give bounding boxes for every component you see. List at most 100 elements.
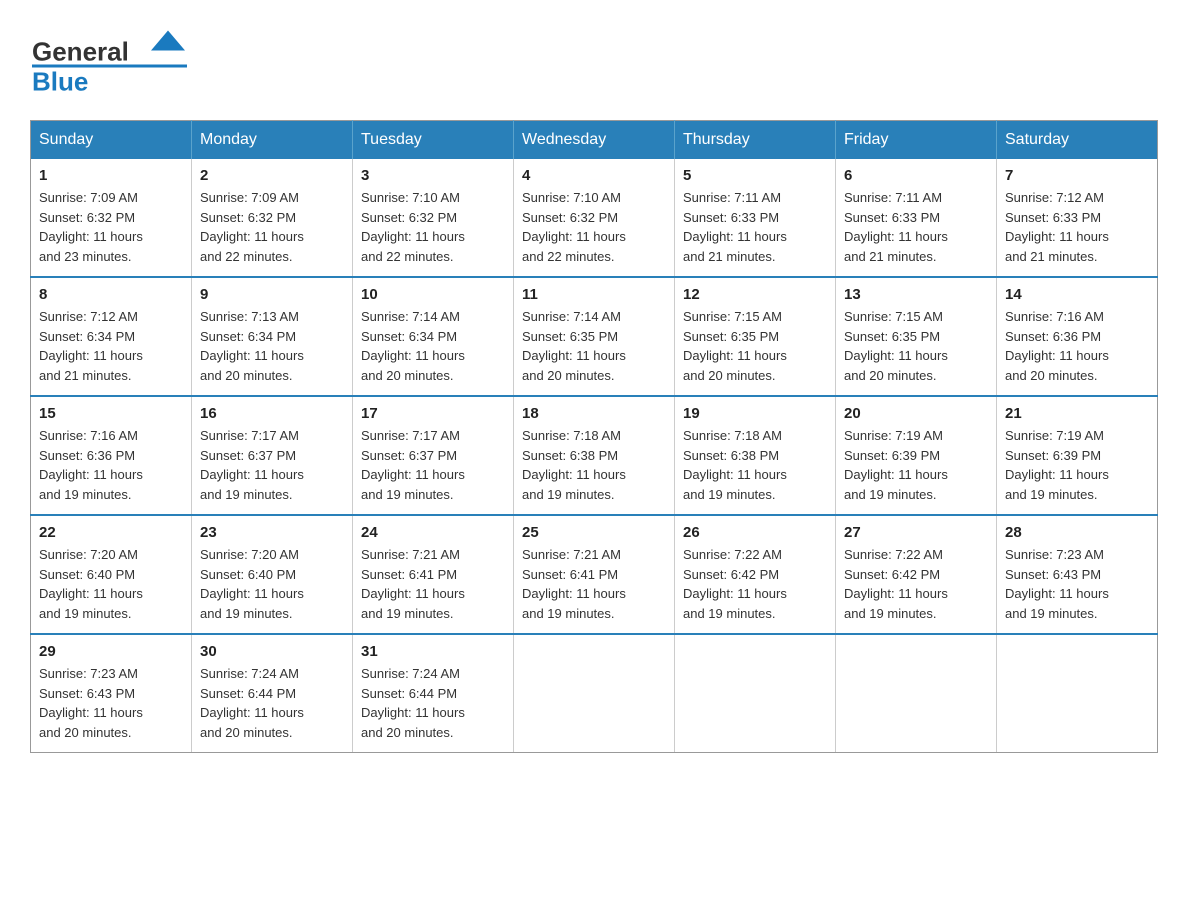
calendar-day-cell: 29Sunrise: 7:23 AMSunset: 6:43 PMDayligh… [31, 634, 192, 753]
calendar-day-cell: 15 Sunrise: 7:16 AMSunset: 6:36 PMDayligh… [31, 396, 192, 515]
day-info: Sunrise: 7:16 AMSunset: 6:36 PMDaylight:… [1005, 307, 1149, 385]
day-info: Sunrise: 7:17 AMSunset: 6:37 PMDaylight:… [361, 426, 505, 504]
day-info: Sunrise: 7:20 AMSunset: 6:40 PMDaylight:… [200, 545, 344, 623]
day-number: 20 [844, 405, 988, 422]
calendar-day-cell: 18 Sunrise: 7:18 AMSunset: 6:38 PMDayligh… [514, 396, 675, 515]
day-of-week-header: Sunday [31, 121, 192, 160]
day-number: 15 [39, 405, 183, 422]
day-number: 7 [1005, 167, 1149, 184]
calendar-header: SundayMondayTuesdayWednesdayThursdayFrid… [31, 121, 1158, 160]
day-info: Sunrise: 7:17 AMSunset: 6:37 PMDaylight:… [200, 426, 344, 504]
calendar-day-cell: 12 Sunrise: 7:15 AMSunset: 6:35 PMDayligh… [675, 277, 836, 396]
day-number: 11 [522, 286, 666, 303]
day-number: 24 [361, 524, 505, 541]
calendar-day-cell: 17 Sunrise: 7:17 AMSunset: 6:37 PMDayligh… [353, 396, 514, 515]
day-info: Sunrise: 7:19 AMSunset: 6:39 PMDaylight:… [1005, 426, 1149, 504]
calendar-day-cell: 24 Sunrise: 7:21 AMSunset: 6:41 PMDayligh… [353, 515, 514, 634]
day-info: Sunrise: 7:12 AMSunset: 6:33 PMDaylight:… [1005, 188, 1149, 266]
day-of-week-header: Thursday [675, 121, 836, 160]
day-number: 9 [200, 286, 344, 303]
day-number: 14 [1005, 286, 1149, 303]
calendar-day-cell: 8 Sunrise: 7:12 AMSunset: 6:34 PMDaylight… [31, 277, 192, 396]
day-info: Sunrise: 7:21 AMSunset: 6:41 PMDaylight:… [522, 545, 666, 623]
calendar-day-cell: 30 Sunrise: 7:24 AMSunset: 6:44 PMDayligh… [192, 634, 353, 753]
day-number: 21 [1005, 405, 1149, 422]
day-info: Sunrise: 7:10 AMSunset: 6:32 PMDaylight:… [361, 188, 505, 266]
calendar-day-cell: 1Sunrise: 7:09 AMSunset: 6:32 PMDaylight… [31, 159, 192, 277]
calendar-day-cell [836, 634, 997, 753]
calendar-day-cell: 27Sunrise: 7:22 AMSunset: 6:42 PMDayligh… [836, 515, 997, 634]
calendar-day-cell: 5 Sunrise: 7:11 AMSunset: 6:33 PMDaylight… [675, 159, 836, 277]
calendar-day-cell: 25 Sunrise: 7:21 AMSunset: 6:41 PMDayligh… [514, 515, 675, 634]
day-number: 25 [522, 524, 666, 541]
calendar-day-cell [997, 634, 1158, 753]
day-number: 5 [683, 167, 827, 184]
day-info: Sunrise: 7:23 AMSunset: 6:43 PMDaylight:… [1005, 545, 1149, 623]
day-number: 13 [844, 286, 988, 303]
day-info: Sunrise: 7:09 AMSunset: 6:32 PMDaylight:… [200, 188, 344, 266]
svg-text:Blue: Blue [32, 67, 88, 97]
svg-text:General: General [32, 37, 129, 67]
day-info: Sunrise: 7:24 AMSunset: 6:44 PMDaylight:… [361, 664, 505, 742]
day-number: 17 [361, 405, 505, 422]
calendar-day-cell: 21 Sunrise: 7:19 AMSunset: 6:39 PMDayligh… [997, 396, 1158, 515]
day-number: 8 [39, 286, 183, 303]
day-info: Sunrise: 7:10 AMSunset: 6:32 PMDaylight:… [522, 188, 666, 266]
day-info: Sunrise: 7:19 AMSunset: 6:39 PMDaylight:… [844, 426, 988, 504]
day-info: Sunrise: 7:15 AMSunset: 6:35 PMDaylight:… [844, 307, 988, 385]
calendar-day-cell: 6 Sunrise: 7:11 AMSunset: 6:33 PMDaylight… [836, 159, 997, 277]
day-number: 28 [1005, 524, 1149, 541]
calendar-day-cell: 4 Sunrise: 7:10 AMSunset: 6:32 PMDaylight… [514, 159, 675, 277]
day-number: 22 [39, 524, 183, 541]
day-info: Sunrise: 7:21 AMSunset: 6:41 PMDaylight:… [361, 545, 505, 623]
calendar-week-row: 22 Sunrise: 7:20 AMSunset: 6:40 PMDayligh… [31, 515, 1158, 634]
day-number: 12 [683, 286, 827, 303]
calendar-week-row: 8 Sunrise: 7:12 AMSunset: 6:34 PMDaylight… [31, 277, 1158, 396]
logo-image: General Blue [30, 20, 190, 100]
day-number: 6 [844, 167, 988, 184]
calendar-week-row: 15 Sunrise: 7:16 AMSunset: 6:36 PMDayligh… [31, 396, 1158, 515]
day-info: Sunrise: 7:18 AMSunset: 6:38 PMDaylight:… [522, 426, 666, 504]
day-info: Sunrise: 7:16 AMSunset: 6:36 PMDaylight:… [39, 426, 183, 504]
day-of-week-header: Saturday [997, 121, 1158, 160]
calendar-day-cell: 31Sunrise: 7:24 AMSunset: 6:44 PMDayligh… [353, 634, 514, 753]
calendar-day-cell: 20 Sunrise: 7:19 AMSunset: 6:39 PMDayligh… [836, 396, 997, 515]
calendar-body: 1 Sunrise: 7:09 AMSunset: 6:32 PMDaylight… [31, 159, 1158, 753]
day-number: 30 [200, 643, 344, 660]
calendar-day-cell: 14 Sunrise: 7:16 AMSunset: 6:36 PMDayligh… [997, 277, 1158, 396]
calendar-day-cell: 7 Sunrise: 7:12 AMSunset: 6:33 PMDaylight… [997, 159, 1158, 277]
calendar-table: SundayMondayTuesdayWednesdayThursdayFrid… [30, 120, 1158, 753]
calendar-day-cell [675, 634, 836, 753]
calendar-day-cell: 3 Sunrise: 7:10 AMSunset: 6:32 PMDaylight… [353, 159, 514, 277]
day-info: Sunrise: 7:24 AMSunset: 6:44 PMDaylight:… [200, 664, 344, 742]
calendar-day-cell: 26Sunrise: 7:22 AMSunset: 6:42 PMDayligh… [675, 515, 836, 634]
day-of-week-header: Friday [836, 121, 997, 160]
day-of-week-header: Monday [192, 121, 353, 160]
calendar-day-cell: 9 Sunrise: 7:13 AMSunset: 6:34 PMDaylight… [192, 277, 353, 396]
day-of-week-header: Wednesday [514, 121, 675, 160]
calendar-week-row: 29Sunrise: 7:23 AMSunset: 6:43 PMDayligh… [31, 634, 1158, 753]
day-info: Sunrise: 7:11 AMSunset: 6:33 PMDaylight:… [683, 188, 827, 266]
day-number: 4 [522, 167, 666, 184]
calendar-week-row: 1 Sunrise: 7:09 AMSunset: 6:32 PMDaylight… [31, 159, 1158, 277]
day-number: 18 [522, 405, 666, 422]
day-info: Sunrise: 7:18 AMSunset: 6:38 PMDaylight:… [683, 426, 827, 504]
calendar-day-cell: 28 Sunrise: 7:23 AMSunset: 6:43 PMDayligh… [997, 515, 1158, 634]
day-number: 29 [39, 643, 183, 660]
calendar-day-cell: 2Sunrise: 7:09 AMSunset: 6:32 PMDaylight… [192, 159, 353, 277]
calendar-day-cell: 13 Sunrise: 7:15 AMSunset: 6:35 PMDayligh… [836, 277, 997, 396]
calendar-day-cell: 23Sunrise: 7:20 AMSunset: 6:40 PMDayligh… [192, 515, 353, 634]
page-header: General Blue [30, 20, 1158, 100]
day-number: 27 [844, 524, 988, 541]
day-info: Sunrise: 7:11 AMSunset: 6:33 PMDaylight:… [844, 188, 988, 266]
day-number: 1 [39, 167, 183, 184]
day-number: 16 [200, 405, 344, 422]
calendar-day-cell: 10Sunrise: 7:14 AMSunset: 6:34 PMDayligh… [353, 277, 514, 396]
day-info: Sunrise: 7:15 AMSunset: 6:35 PMDaylight:… [683, 307, 827, 385]
day-info: Sunrise: 7:13 AMSunset: 6:34 PMDaylight:… [200, 307, 344, 385]
day-number: 3 [361, 167, 505, 184]
day-info: Sunrise: 7:22 AMSunset: 6:42 PMDaylight:… [683, 545, 827, 623]
day-info: Sunrise: 7:12 AMSunset: 6:34 PMDaylight:… [39, 307, 183, 385]
days-of-week-row: SundayMondayTuesdayWednesdayThursdayFrid… [31, 121, 1158, 160]
calendar-day-cell: 19Sunrise: 7:18 AMSunset: 6:38 PMDayligh… [675, 396, 836, 515]
